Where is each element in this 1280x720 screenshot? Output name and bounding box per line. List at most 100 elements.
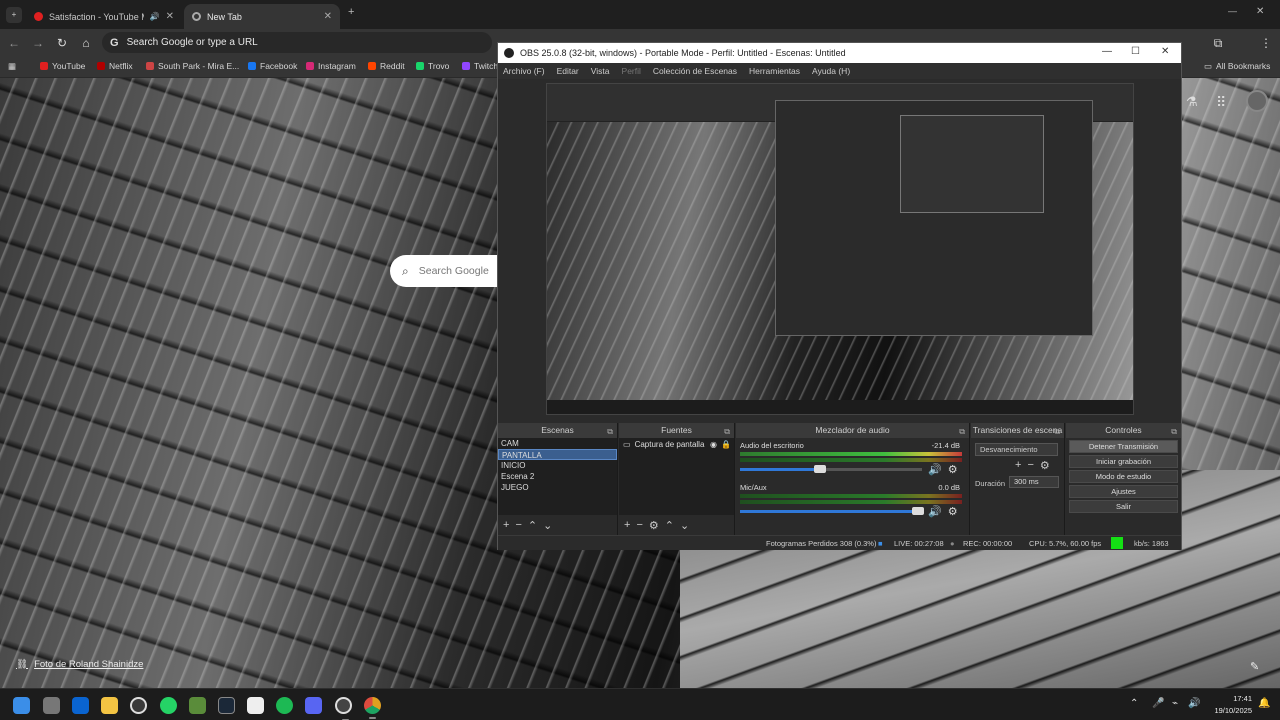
transition-select[interactable]: Desvanecimiento [975,443,1058,456]
outlook-icon[interactable] [72,697,89,714]
address-bar[interactable]: G Search Google or type a URL [102,32,492,53]
close-window-icon[interactable]: ✕ [1161,46,1169,57]
undock-icon[interactable]: ⧉ [959,424,965,439]
remove-icon[interactable]: − [515,519,521,531]
windows-start-icon[interactable] [13,697,30,714]
menu-vista[interactable]: Vista [591,66,610,76]
bookmark-twitch[interactable]: Twitch [462,61,498,71]
scene-item-selected[interactable]: PANTALLA [498,449,617,460]
visibility-eye-icon[interactable]: ◉ [710,440,717,449]
add-icon[interactable]: + [624,519,630,531]
undock-icon[interactable]: ⧉ [1171,424,1177,439]
menu-archivo[interactable]: Archivo (F) [503,66,545,76]
customize-pencil-icon[interactable]: ✎ [1250,660,1266,676]
add-icon[interactable]: + [503,519,509,531]
source-item[interactable]: ▭ Captura de pantalla ◉ 🔒 [619,438,734,451]
maximize-icon[interactable]: ☐ [1131,46,1140,57]
undock-icon[interactable]: ⧉ [607,424,613,439]
photo-credit-link[interactable]: ⛓ Foto de Roland Shainidze [16,659,143,670]
volume-slider-handle[interactable] [912,507,924,515]
menu-ayuda[interactable]: Ayuda (H) [812,66,850,76]
bookmark-netflix[interactable]: Netflix [97,61,133,71]
scene-item[interactable]: JUEGO [498,482,617,493]
whatsapp-icon[interactable] [160,697,177,714]
remove-icon[interactable]: − [636,519,642,531]
minimize-icon[interactable]: — [1228,6,1237,16]
tab-list-button[interactable]: + [6,7,22,23]
obs-preview-canvas[interactable] [546,83,1134,415]
add-icon[interactable]: + [1015,459,1021,472]
volume-icon[interactable]: 🔊 [1188,698,1200,709]
duration-input[interactable]: 300 ms [1009,476,1059,488]
menu-editar[interactable]: Editar [557,66,579,76]
back-icon[interactable]: ← [6,35,22,51]
menu-herramientas[interactable]: Herramientas [749,66,800,76]
bookmark-instagram[interactable]: Instagram [306,61,356,71]
extensions-icon[interactable]: ⧉ [1210,35,1226,51]
menu-icon[interactable]: ⋮ [1258,35,1274,51]
volume-slider-handle[interactable] [813,465,826,473]
gear-icon[interactable]: ⚙ [1040,459,1050,472]
file-explorer-icon[interactable] [101,697,118,714]
bookmark-south-park[interactable]: South Park - Mira E... [146,61,239,71]
studio-mode-button[interactable]: Modo de estudio [1069,470,1178,483]
menu-coleccion-escenas[interactable]: Colección de Escenas [653,66,737,76]
bookmark-trovo[interactable]: Trovo [416,61,449,71]
new-tab-button[interactable]: + [348,6,354,18]
bookmark-reddit[interactable]: Reddit [368,61,405,71]
notification-bell-icon[interactable]: 🔔 [1258,698,1270,709]
discord-icon[interactable] [305,697,322,714]
speaker-icon[interactable]: 🔊 [928,463,942,476]
lock-icon[interactable]: 🔒 [721,440,731,449]
move-down-icon[interactable]: ⌄ [543,519,552,532]
steam-icon[interactable] [218,697,235,714]
forward-icon[interactable]: → [30,35,46,51]
move-up-icon[interactable]: ⌃ [665,519,674,532]
stop-streaming-button[interactable]: Detener Transmisión [1069,440,1178,453]
rec-indicator-icon: ● [950,539,955,548]
task-view-icon[interactable] [43,697,60,714]
undock-icon[interactable]: ⧉ [724,424,730,439]
gear-icon[interactable]: ⚙ [948,463,958,476]
chevron-up-icon[interactable]: ⌃ [1130,698,1138,709]
labs-icon[interactable]: ⚗ [1186,94,1198,110]
bookmark-youtube[interactable]: YouTube [40,61,85,71]
remove-icon[interactable]: − [1027,459,1033,472]
settings-button[interactable]: Ajustes [1069,485,1178,498]
close-tab-icon[interactable]: ✕ [166,11,174,22]
move-down-icon[interactable]: ⌄ [680,519,689,532]
scene-item[interactable]: INICIO [498,460,617,471]
speaker-icon[interactable]: 🔊 [150,12,160,21]
google-apps-icon[interactable]: ⠿ [1216,94,1226,111]
minimize-icon[interactable]: — [1102,46,1112,57]
tab-youtube[interactable]: Satisfaction - YouTube Mu 🔊 ✕ [26,4,182,29]
all-bookmarks-button[interactable]: ▭ All Bookmarks [1204,61,1270,72]
exit-button[interactable]: Salir [1069,500,1178,513]
scene-item[interactable]: CAM [498,438,617,449]
gear-icon[interactable]: ⚙ [948,505,958,518]
menu-perfil[interactable]: Perfil [622,66,641,76]
tab-new-tab[interactable]: New Tab ✕ [184,4,340,29]
chrome-icon[interactable] [364,697,381,719]
microphone-icon[interactable]: 🎤 [1152,698,1164,709]
minecraft-icon[interactable] [189,697,206,714]
close-window-icon[interactable]: ✕ [1256,6,1264,17]
system-clock[interactable]: 17:41 19/10/2025 [1208,693,1252,717]
gear-icon[interactable]: ⚙ [649,519,659,532]
move-up-icon[interactable]: ⌃ [528,519,537,532]
apps-grid-icon[interactable]: ▦ [8,61,16,72]
network-icon[interactable]: ⌁ [1172,698,1178,709]
undock-icon[interactable]: ⧉ [1054,424,1060,439]
close-tab-icon[interactable]: ✕ [324,11,332,22]
speaker-icon[interactable]: 🔊 [928,505,942,518]
spotify-icon[interactable] [276,697,293,714]
scene-item[interactable]: Escena 2 [498,471,617,482]
home-icon[interactable]: ⌂ [78,35,94,51]
avatar[interactable] [1246,90,1268,112]
bookmark-facebook[interactable]: Facebook [248,61,297,71]
xbox-icon[interactable] [130,697,147,714]
start-recording-button[interactable]: Iniciar grabación [1069,455,1178,468]
obs-icon[interactable] [335,697,352,720]
reload-icon[interactable]: ↻ [54,35,70,51]
notepad-icon[interactable] [247,697,264,714]
